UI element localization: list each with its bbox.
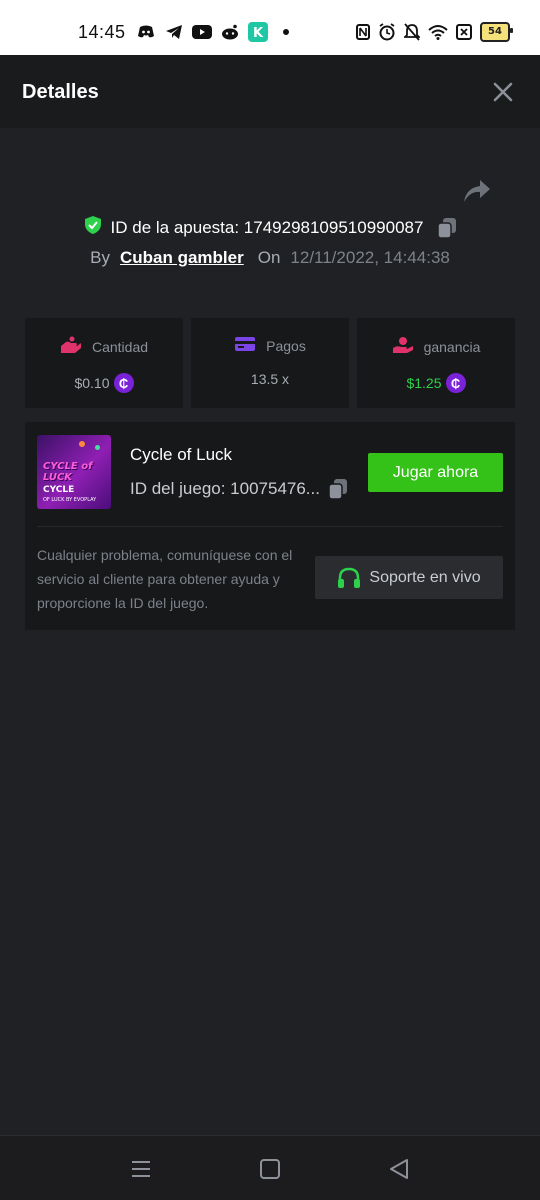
profit-hand-icon [392, 336, 414, 357]
back-triangle-icon [390, 1159, 408, 1179]
notification-icons: K [136, 22, 296, 42]
stat-pagos: Pagos 13.5 x [191, 318, 349, 408]
copy-game-id-button[interactable] [328, 478, 348, 500]
live-support-button[interactable]: Soporte en vivo [315, 556, 503, 599]
bet-author-row: By Cuban gambler On 12/11/2022, 14:44:38 [0, 248, 540, 268]
nav-back-button[interactable] [387, 1157, 411, 1181]
bet-id-row: ID de la apuesta: 1749298109510990087 [0, 215, 540, 240]
thumb-title: CYCLE of LUCK [43, 461, 93, 483]
coin-icon: ₵ [113, 373, 134, 393]
stat-label: ganancia [423, 338, 481, 355]
wifi-icon [428, 22, 448, 42]
copy-icon [437, 217, 457, 239]
play-now-button[interactable]: Jugar ahora [368, 453, 503, 492]
nav-home-button[interactable] [258, 1157, 282, 1181]
details-header: Detalles [0, 55, 540, 128]
shield-check-icon [83, 215, 103, 240]
stat-cantidad: Cantidad $0.10 ₵ [25, 318, 183, 408]
copy-icon [328, 479, 347, 500]
discord-icon [136, 22, 156, 42]
alarm-icon [378, 22, 396, 42]
stat-label: Cantidad [91, 338, 149, 355]
coin-icon: ₵ [445, 373, 466, 393]
svg-text:K: K [253, 26, 264, 41]
stat-value: $0.10 [74, 375, 110, 391]
bet-id: ID de la apuesta: 1749298109510990087 [110, 217, 424, 237]
by-label: By [90, 248, 110, 267]
bell-off-icon [404, 22, 420, 42]
bet-date: 12/11/2022, 14:44:38 [290, 248, 450, 267]
nav-menu-button[interactable] [129, 1157, 153, 1181]
game-name: Cycle of Luck [130, 445, 233, 464]
system-icons: 54 [356, 22, 513, 42]
thumb-caption: OF LUCK BY EVOPLAY [43, 497, 97, 503]
bet-stats: Cantidad $0.10 ₵ Pagos 13.5 x ganancia $… [25, 318, 515, 408]
app-k-icon: K [248, 22, 268, 42]
menu-icon [132, 1161, 150, 1177]
share-button[interactable] [462, 178, 492, 206]
copy-bet-id-button[interactable] [437, 217, 457, 239]
page-title: Detalles [22, 81, 99, 103]
youtube-icon [192, 22, 212, 42]
status-bar: 14:45 K 54 [0, 0, 540, 55]
support-label: Soporte en vivo [369, 568, 481, 586]
battery-indicator: 54 [480, 22, 513, 42]
stat-ganancia: ganancia $1.25 ₵ [357, 318, 515, 408]
on-label: On [257, 248, 281, 267]
close-icon [493, 82, 513, 102]
game-id: ID del juego: 10075476... [130, 479, 320, 498]
stat-value: 13.5 x [250, 371, 290, 387]
help-text: Cualquier problema, comuníquese con el s… [37, 547, 293, 611]
home-square-icon [260, 1159, 280, 1179]
game-id-row: ID del juego: 10075476... [130, 478, 348, 500]
user-link[interactable]: Cuban gambler [120, 248, 244, 268]
game-card: CYCLE of LUCK CYCLE OF LUCK BY EVOPLAY C… [25, 422, 515, 630]
game-thumbnail[interactable]: CYCLE of LUCK CYCLE OF LUCK BY EVOPLAY [37, 435, 111, 509]
divider [37, 526, 503, 527]
reddit-icon [220, 22, 240, 42]
headset-icon [338, 567, 361, 588]
sim-x-icon [456, 22, 472, 42]
status-time: 14:45 [78, 22, 126, 42]
dot-icon [276, 22, 296, 42]
close-button[interactable] [490, 79, 516, 105]
thumb-subtitle: CYCLE [43, 485, 75, 495]
system-nav-bar [0, 1135, 540, 1200]
stat-value: $1.25 [406, 375, 442, 391]
nfc-icon [356, 22, 370, 42]
telegram-icon [164, 22, 184, 42]
share-icon [464, 180, 490, 202]
bet-hand-icon [60, 336, 82, 357]
stat-label: Pagos [266, 337, 306, 354]
card-icon [234, 336, 256, 355]
